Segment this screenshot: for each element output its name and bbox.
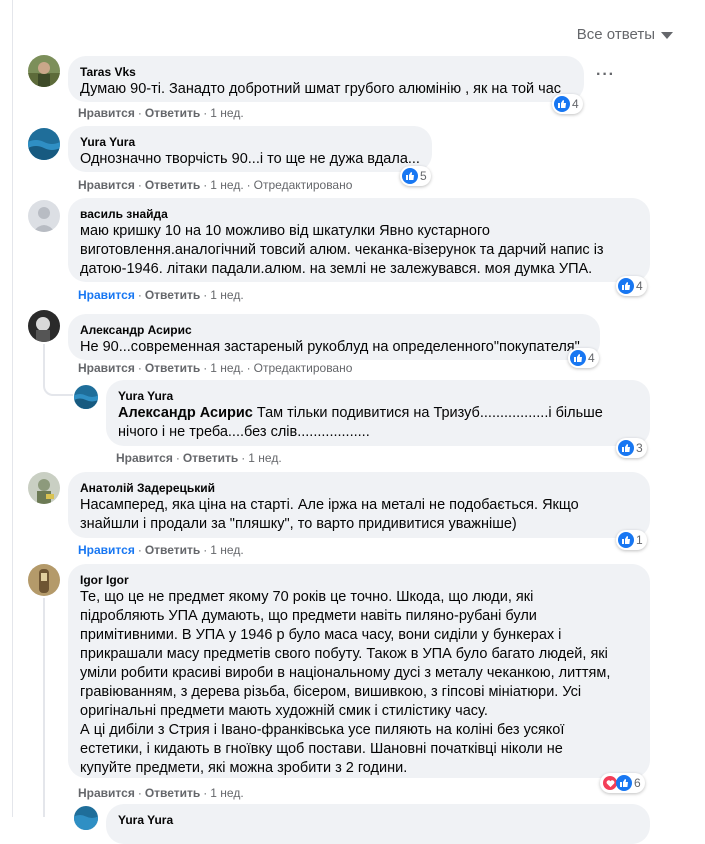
reply-button[interactable]: Ответить <box>145 786 200 800</box>
comment-time[interactable]: 1 нед. <box>210 361 243 375</box>
reaction-summary[interactable]: 3 <box>616 438 647 458</box>
comment-text: Насамперед, яка ціна на старті. Але іржа… <box>80 497 579 532</box>
comment-bubble: Taras Vks Думаю 90-ті. Занадто добротний… <box>68 56 584 102</box>
comment-actions: Нравится · Ответить · 1 нед. <box>78 106 244 120</box>
like-icon <box>554 96 570 112</box>
reaction-summary[interactable]: 1 <box>616 530 647 550</box>
reaction-count: 3 <box>636 441 643 455</box>
chevron-down-icon <box>661 32 673 39</box>
reply-button[interactable]: Ответить <box>145 543 200 557</box>
like-icon <box>616 775 632 791</box>
edited-label[interactable]: Отредактировано <box>254 361 353 375</box>
like-button[interactable]: Нравится <box>78 361 135 375</box>
like-icon <box>570 350 586 366</box>
reply-button[interactable]: Ответить <box>145 178 200 192</box>
comment-text: Не 90...современная застареный рукоблуд … <box>80 339 580 355</box>
comment-time[interactable]: 1 нед. <box>210 786 243 800</box>
avatar[interactable] <box>28 55 60 87</box>
comment-author[interactable]: Александр Асирис <box>80 322 588 338</box>
reply-button[interactable]: Ответить <box>145 288 200 302</box>
comment-actions: Нравится · Ответить · 1 нед. · Отредактировано <box>78 178 353 192</box>
reaction-count: 1 <box>636 533 643 547</box>
reply-bubble: Yura Yura <box>106 804 650 844</box>
comment-author[interactable]: Taras Vks <box>80 64 572 80</box>
avatar[interactable] <box>28 200 60 232</box>
sort-label: Все ответы <box>576 26 655 43</box>
comment-bubble: василь знайда маю кришку 10 на 10 можлив… <box>68 198 650 282</box>
comment-bubble: Yura Yura Однозначно творчість 90...і то… <box>68 126 432 172</box>
edited-label[interactable]: Отредактировано <box>254 178 353 192</box>
comment-bubble: Александр Асирис Не 90...современная зас… <box>68 314 600 360</box>
comment-actions: Нравится · Ответить · 1 нед. · Отредактировано <box>78 361 353 375</box>
reaction-summary[interactable]: 4 <box>568 348 599 368</box>
like-icon <box>618 440 634 456</box>
avatar[interactable] <box>74 385 98 409</box>
like-icon <box>618 278 634 294</box>
reaction-count: 4 <box>588 351 595 365</box>
comment-actions: Нравится · Ответить · 1 нед. <box>78 288 244 302</box>
reply-button[interactable]: Ответить <box>183 451 238 465</box>
comment-bubble: Анатолій Задерецький Насамперед, яка цін… <box>68 472 650 538</box>
comment-text: Те, що це не предмет якому 70 років це т… <box>80 589 611 776</box>
like-button[interactable]: Нравится <box>78 178 135 192</box>
avatar[interactable] <box>28 564 60 596</box>
comment-author[interactable]: Igor Igor <box>80 572 638 588</box>
like-button[interactable]: Нравится <box>78 543 135 557</box>
reaction-summary[interactable]: 6 <box>600 773 645 793</box>
comment-time[interactable]: 1 нед. <box>210 288 243 302</box>
comment-time[interactable]: 1 нед. <box>210 178 243 192</box>
thread-connector <box>43 376 73 396</box>
like-icon <box>402 168 418 184</box>
comment-bubble: Igor Igor Те, що це не предмет якому 70 … <box>68 564 650 778</box>
like-icon <box>618 532 634 548</box>
like-button[interactable]: Нравится <box>78 106 135 120</box>
reply-button[interactable]: Ответить <box>145 361 200 375</box>
comment-actions: Нравится · Ответить · 1 нед. <box>78 543 244 557</box>
comment-time[interactable]: 1 нед. <box>210 106 243 120</box>
comment-author[interactable]: Анатолій Задерецький <box>80 480 638 496</box>
like-button[interactable]: Нравится <box>116 451 173 465</box>
comment-text: Однозначно творчість 90...і то ще не дуж… <box>80 151 420 167</box>
avatar[interactable] <box>74 806 98 830</box>
comment-author[interactable]: Yura Yura <box>80 134 420 150</box>
more-options-icon[interactable]: ··· <box>596 66 615 84</box>
reply-bubble: Yura Yura Александр Асирис Там тільки по… <box>106 380 650 446</box>
comment-actions: Нравится · Ответить · 1 нед. <box>78 786 244 800</box>
comment-author[interactable]: Yura Yura <box>118 388 638 404</box>
avatar[interactable] <box>28 128 60 160</box>
avatar[interactable] <box>28 472 60 504</box>
comment-text: Александр Асирис Там тільки подивитися н… <box>118 405 603 440</box>
sort-comments-dropdown[interactable]: Все ответы <box>577 26 673 43</box>
comment-actions: Нравится · Ответить · 1 нед. <box>116 451 282 465</box>
comment-text: Думаю 90-ті. Занадто добротний шмат груб… <box>80 81 562 97</box>
like-button[interactable]: Нравится <box>78 288 135 302</box>
reaction-count: 5 <box>420 169 427 183</box>
reaction-count: 4 <box>572 97 579 111</box>
comment-author[interactable]: Yura Yura <box>118 812 638 828</box>
comment-text: маю кришку 10 на 10 можливо від шкатулки… <box>80 223 604 277</box>
reaction-count: 4 <box>636 279 643 293</box>
reply-button[interactable]: Ответить <box>145 106 200 120</box>
avatar[interactable] <box>28 310 60 342</box>
comment-author[interactable]: василь знайда <box>80 206 638 222</box>
mention-link[interactable]: Александр Асирис <box>118 405 253 421</box>
like-button[interactable]: Нравится <box>78 786 135 800</box>
comment-time[interactable]: 1 нед. <box>248 451 281 465</box>
reaction-count: 6 <box>634 776 641 790</box>
comment-time[interactable]: 1 нед. <box>210 543 243 557</box>
reaction-summary[interactable]: 4 <box>616 276 647 296</box>
reaction-summary[interactable]: 4 <box>552 94 583 114</box>
thread-line <box>43 598 45 817</box>
reaction-summary[interactable]: 5 <box>400 166 431 186</box>
